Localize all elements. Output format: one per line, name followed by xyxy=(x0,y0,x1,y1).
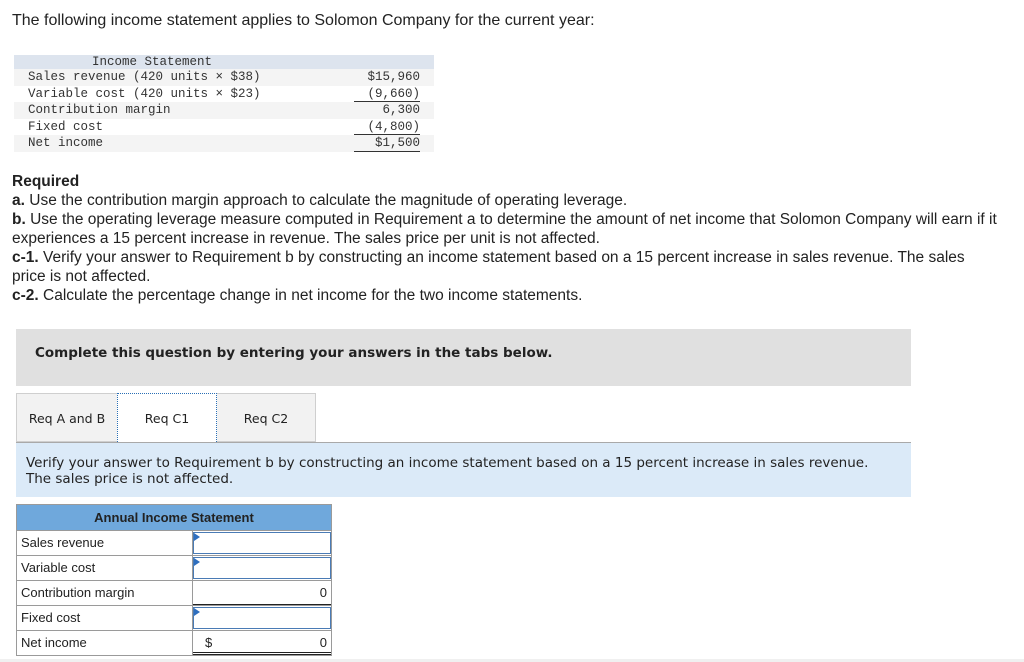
row-label: Contribution margin xyxy=(28,103,171,117)
row-value: $15,960 xyxy=(367,70,420,84)
answer-table-title: Annual Income Statement xyxy=(17,505,331,531)
required-section: Required a. Use the contribution margin … xyxy=(12,172,1002,305)
table-row: Net income $ 0 xyxy=(17,631,331,655)
sales-revenue-input-cell[interactable] xyxy=(193,532,331,555)
requirement-b: b. Use the operating leverage measure co… xyxy=(12,211,997,247)
table-row: Variable cost (420 units × $23) (9,660) xyxy=(14,86,434,102)
required-title: Required xyxy=(12,173,80,190)
row-value: $1,500 xyxy=(354,135,420,152)
input-marker-icon xyxy=(194,533,200,541)
row-label: Net income xyxy=(17,631,193,655)
variable-cost-input[interactable] xyxy=(194,559,330,580)
currency-symbol: $ xyxy=(205,635,213,650)
net-income-value: 0 xyxy=(319,635,327,650)
row-value: (9,660) xyxy=(354,86,420,102)
tab-description-panel: Verify your answer to Requirement b by c… xyxy=(16,443,911,497)
fixed-cost-input[interactable] xyxy=(194,609,330,630)
row-label: Variable cost (420 units × $23) xyxy=(28,86,261,101)
row-value: 6,300 xyxy=(382,103,420,117)
row-label: Fixed cost xyxy=(17,606,193,630)
fixed-cost-input-cell[interactable] xyxy=(193,607,331,630)
income-statement-title: Income Statement xyxy=(14,55,434,69)
variable-cost-input-cell[interactable] xyxy=(193,557,331,580)
table-row: Fixed cost xyxy=(17,606,331,631)
original-income-statement: Income Statement Sales revenue (420 unit… xyxy=(14,55,434,152)
requirement-a: a. Use the contribution margin approach … xyxy=(12,192,628,209)
row-label: Contribution margin xyxy=(17,581,193,605)
table-row: Fixed cost (4,800) xyxy=(14,119,434,135)
row-label: Variable cost xyxy=(17,556,193,580)
net-income-value-cell: $ 0 xyxy=(193,631,331,655)
row-label: Sales revenue (420 units × $38) xyxy=(28,70,261,84)
tab-req-c1[interactable]: Req C1 xyxy=(117,393,217,444)
table-row: Contribution margin 0 xyxy=(17,581,331,606)
table-row: Contribution margin 6,300 xyxy=(14,102,434,119)
input-marker-icon xyxy=(194,608,200,616)
row-value: (4,800) xyxy=(354,119,420,135)
tab-req-c2[interactable]: Req C2 xyxy=(217,393,316,442)
answer-table: Annual Income Statement Sales revenue Va… xyxy=(16,504,332,656)
table-row: Sales revenue xyxy=(17,531,331,556)
instructions-banner: Complete this question by entering your … xyxy=(16,329,911,386)
row-label: Fixed cost xyxy=(28,119,104,134)
income-statement-rows: Sales revenue (420 units × $38) $15,960 V… xyxy=(14,69,434,152)
instructions-text: Complete this question by entering your … xyxy=(35,345,553,361)
requirement-c2: c-2. Calculate the percentage change in … xyxy=(12,287,583,304)
contribution-margin-value-cell: 0 xyxy=(193,581,331,605)
row-label: Net income xyxy=(28,136,104,150)
table-row: Net income $1,500 xyxy=(14,135,434,152)
tab-bar: Req A and B Req C1 Req C2 xyxy=(16,393,316,444)
sales-revenue-input[interactable] xyxy=(194,534,330,555)
table-row: Variable cost xyxy=(17,556,331,581)
contribution-margin-value: 0 xyxy=(319,585,327,600)
table-row: Sales revenue (420 units × $38) $15,960 xyxy=(14,69,434,86)
row-label: Sales revenue xyxy=(17,531,193,555)
intro-text: The following income statement applies t… xyxy=(12,12,595,29)
input-marker-icon xyxy=(194,558,200,566)
tab-req-a-and-b[interactable]: Req A and B xyxy=(16,393,117,442)
tab-description-text: Verify your answer to Requirement b by c… xyxy=(26,455,869,487)
requirement-c1: c-1. Verify your answer to Requirement b… xyxy=(12,249,965,285)
